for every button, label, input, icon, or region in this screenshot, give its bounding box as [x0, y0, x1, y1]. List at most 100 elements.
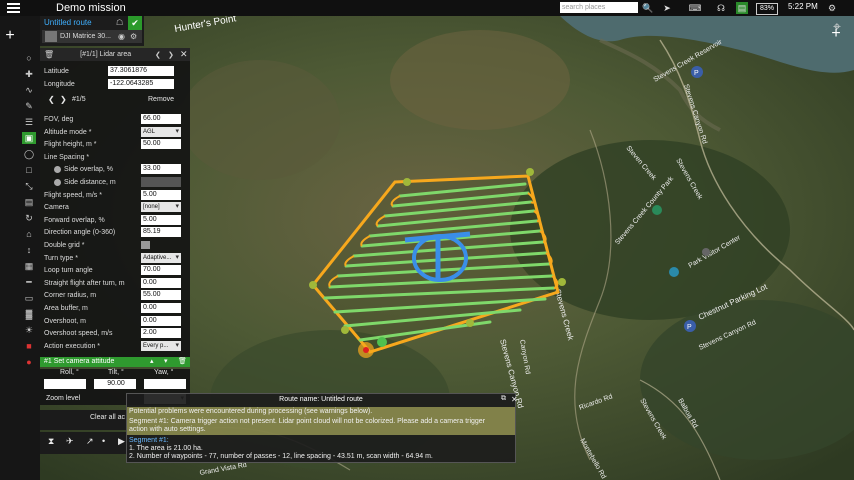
- keyboard-icon[interactable]: ⌨: [683, 2, 707, 14]
- field-input[interactable]: 50.00: [141, 139, 181, 150]
- ruler-tool-icon[interactable]: ━: [22, 276, 36, 288]
- layers-tool-icon[interactable]: ☰: [22, 116, 36, 128]
- facade-tool-icon[interactable]: ▦: [22, 260, 36, 272]
- delete-tool-icon[interactable]: ■: [22, 340, 36, 352]
- field-input[interactable]: 85.19: [141, 227, 181, 238]
- trash-icon[interactable]: 🗑: [44, 50, 54, 59]
- menu-icon[interactable]: [0, 0, 26, 16]
- area-tool-icon[interactable]: ▣: [22, 132, 36, 144]
- video-icon[interactable]: ▶: [118, 436, 125, 447]
- field-input[interactable]: 55.00: [141, 290, 181, 301]
- settings-icon[interactable]: ⚙: [826, 2, 838, 14]
- edit-tool-icon[interactable]: ✎: [22, 100, 36, 112]
- action-delete-icon[interactable]: 🗑: [178, 357, 187, 367]
- field-input[interactable]: 0.00: [141, 277, 181, 288]
- field-row: Overshoot speed, m/s 2.00: [40, 328, 190, 340]
- info-marker[interactable]: [669, 267, 679, 277]
- field-label: Flight speed, m/s *: [44, 191, 102, 199]
- yaw-field[interactable]: [144, 379, 186, 389]
- segment-link[interactable]: Segment #1:: [129, 437, 169, 444]
- radio-button[interactable]: [54, 166, 61, 174]
- bottom-toolbar: ⧗ ✈ ↗ • ▶: [40, 432, 130, 454]
- messages-close-icon[interactable]: ✕: [511, 395, 518, 404]
- latitude-field[interactable]: 37.3061876: [108, 66, 174, 76]
- headset-icon[interactable]: ☊: [714, 2, 728, 14]
- visibility-icon[interactable]: ◉: [118, 32, 125, 41]
- remove-vertex-button[interactable]: Remove: [148, 96, 174, 103]
- antenna-tool-icon[interactable]: ⌂: [22, 228, 36, 240]
- add-route-icon[interactable]: +: [2, 28, 18, 44]
- panorama-tool-icon[interactable]: ▭: [22, 292, 36, 304]
- parking-marker-1[interactable]: P: [691, 66, 703, 78]
- action-expand-icon[interactable]: ▾: [164, 357, 168, 367]
- sun-tool-icon[interactable]: ☀: [22, 324, 36, 336]
- field-label: Side distance, m: [64, 179, 116, 186]
- path-tool-icon[interactable]: ∿: [22, 84, 36, 96]
- field-label: Forward overlap, %: [44, 216, 105, 224]
- longitude-field[interactable]: -122.0643285: [108, 79, 174, 89]
- field-select[interactable]: AGL: [141, 126, 181, 137]
- gimbal-icon[interactable]: ↗: [86, 436, 94, 447]
- clear-all-actions-button[interactable]: Clear all ac: [90, 414, 125, 421]
- field-input[interactable]: 66.00: [141, 114, 181, 124]
- field-input[interactable]: 5.00: [141, 214, 181, 225]
- next-vertex-icon[interactable]: ❯: [60, 95, 67, 104]
- poi-marker[interactable]: [702, 248, 710, 256]
- next-area-icon[interactable]: ❯: [168, 51, 174, 59]
- point-icon[interactable]: •: [102, 436, 105, 446]
- corridor-tool-icon[interactable]: ⤡: [22, 180, 36, 192]
- close-panel-icon[interactable]: ✕: [180, 49, 188, 60]
- info-line-2: 2. Number of waypoints - 77, number of p…: [129, 453, 433, 460]
- field-label: Overshoot speed, m/s: [44, 330, 113, 338]
- signal-icon[interactable]: ▤: [736, 2, 748, 14]
- action-header[interactable]: #1 Set camera attitude ▴ ▾ 🗑: [40, 357, 190, 367]
- radio-button[interactable]: [54, 179, 61, 186]
- parking-marker-2[interactable]: P: [684, 320, 696, 332]
- lock-icon[interactable]: ☖: [116, 18, 123, 27]
- drone-thumbnail: [45, 31, 57, 42]
- field-input[interactable]: 5.00: [141, 189, 181, 200]
- action-collapse-icon[interactable]: ▴: [150, 357, 154, 367]
- prev-vertex-icon[interactable]: ❮: [48, 95, 55, 104]
- messages-copy-icon[interactable]: ⧉: [501, 395, 506, 403]
- tilt-field[interactable]: 90.00: [94, 379, 136, 389]
- chart-tool-icon[interactable]: ▓: [22, 308, 36, 320]
- field-select[interactable]: [none]: [141, 202, 181, 213]
- vertical-scan-icon[interactable]: ↕: [22, 244, 36, 256]
- move-tool-icon[interactable]: ✚: [22, 68, 36, 80]
- field-row: Loop turn angle 70.00: [40, 265, 190, 277]
- field-select[interactable]: Every p...: [141, 340, 181, 351]
- field-row: Altitude mode * AGL: [40, 126, 190, 139]
- prev-area-icon[interactable]: ❮: [155, 51, 161, 59]
- clear-actions-bar: Clear all ac: [40, 410, 130, 430]
- warning-block: Potential problems were encountered duri…: [127, 407, 515, 435]
- add-icon-right[interactable]: +: [827, 25, 845, 42]
- field-label: Straight flight after turn, m: [44, 279, 125, 287]
- stop-tool-icon[interactable]: ●: [22, 356, 36, 368]
- drone-action-icon[interactable]: ✈: [66, 436, 74, 447]
- photo-tool-icon[interactable]: ▤: [22, 196, 36, 208]
- route-menu-icon[interactable]: ⚙: [130, 32, 137, 41]
- square-tool-icon[interactable]: □: [22, 164, 36, 176]
- messages-title: Route name: Untitled route: [279, 396, 363, 403]
- hourglass-icon[interactable]: ⧗: [48, 436, 54, 447]
- field-input[interactable]: 70.00: [141, 265, 181, 276]
- roll-field[interactable]: [44, 379, 86, 389]
- field-input[interactable]: 2.00: [141, 328, 181, 339]
- search-input[interactable]: search places: [560, 2, 638, 13]
- field-input[interactable]: 33.00: [141, 164, 181, 175]
- search-icon[interactable]: 🔍: [642, 2, 654, 14]
- waypoint-tool-icon[interactable]: ○: [22, 52, 36, 64]
- field-select[interactable]: Adaptive...: [141, 252, 181, 263]
- location-icon[interactable]: ➤: [661, 2, 673, 14]
- field-input[interactable]: 0.00: [141, 315, 181, 326]
- orbit-tool-icon[interactable]: ↻: [22, 212, 36, 224]
- checkbox[interactable]: [141, 241, 150, 249]
- route-name[interactable]: Untitled route: [44, 18, 92, 27]
- field-input[interactable]: [141, 177, 181, 187]
- route-check-icon[interactable]: ✔: [128, 16, 142, 30]
- park-marker[interactable]: [652, 205, 662, 215]
- drone-selector[interactable]: DJI Matrice 30...: [42, 30, 142, 43]
- field-input[interactable]: 0.00: [141, 303, 181, 313]
- circle-tool-icon[interactable]: ◯: [22, 148, 36, 160]
